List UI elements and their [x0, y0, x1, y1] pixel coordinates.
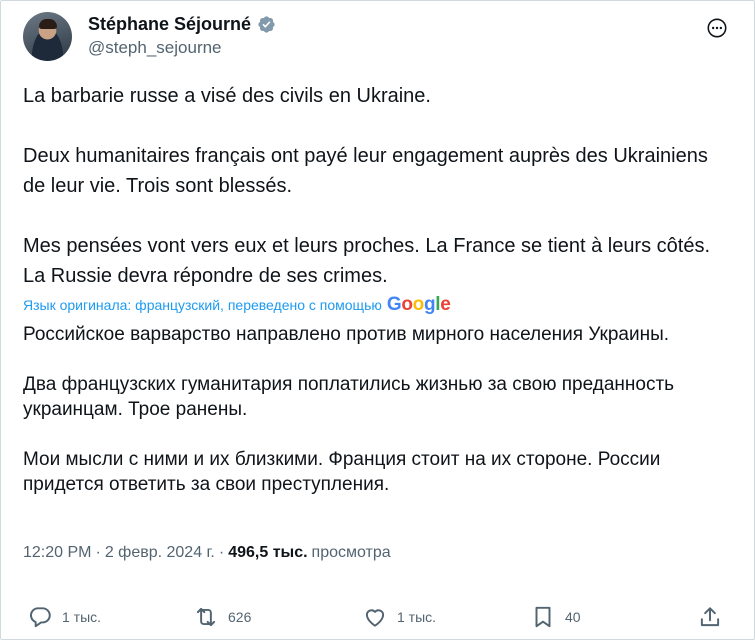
bookmark-button[interactable]: 40 [530, 599, 581, 635]
tweet-original-text: La barbarie russe a visé des civils en U… [23, 85, 711, 287]
repost-button[interactable]: 626 [193, 599, 251, 635]
action-bar: 1 тыс. 626 1 тыс. 40 [1, 599, 755, 635]
bookmark-icon [535, 606, 551, 628]
share-icon [700, 607, 720, 627]
reply-button[interactable]: 1 тыс. [27, 599, 101, 635]
author-handle[interactable]: @steph_sejourne [88, 38, 222, 58]
google-logo: Google [386, 294, 451, 315]
avatar[interactable] [23, 12, 72, 61]
verified-badge-icon[interactable] [257, 15, 276, 34]
more-button[interactable] [704, 15, 730, 41]
tweet-time[interactable]: 12:20 PM [23, 544, 91, 562]
like-count: 1 тыс. [397, 609, 437, 625]
translation-notice: Язык оригинала: французский, переведено … [23, 294, 451, 316]
bookmark-count: 40 [565, 609, 581, 625]
more-icon [707, 18, 727, 38]
repost-count: 626 [228, 609, 252, 625]
author-name-row: Stéphane Séjourné [88, 13, 276, 35]
share-button[interactable] [697, 599, 723, 635]
reply-count: 1 тыс. [62, 609, 102, 625]
meta-separator: · [218, 544, 225, 561]
like-button[interactable]: 1 тыс. [362, 599, 436, 635]
tweet-translated-text: Российское варварство направлено против … [23, 324, 675, 495]
translation-notice-text: Язык оригинала: французский, переведено … [23, 297, 382, 313]
author-name[interactable]: Stéphane Séjourné [88, 14, 251, 35]
tweet-meta: 12:20 PM · 2 февр. 2024 г. · 496,5 тыс. … [23, 544, 391, 562]
like-icon [365, 609, 385, 627]
tweet-date[interactable]: 2 февр. 2024 г. [105, 544, 215, 562]
tweet-card: Stéphane Séjourné @steph_sejourne La bar… [0, 0, 755, 640]
reply-icon [29, 607, 51, 628]
repost-icon [196, 607, 216, 627]
views-count: 496,5 тыс. [228, 544, 308, 561]
meta-separator: · [95, 544, 101, 561]
views-label: просмотра [311, 544, 391, 561]
